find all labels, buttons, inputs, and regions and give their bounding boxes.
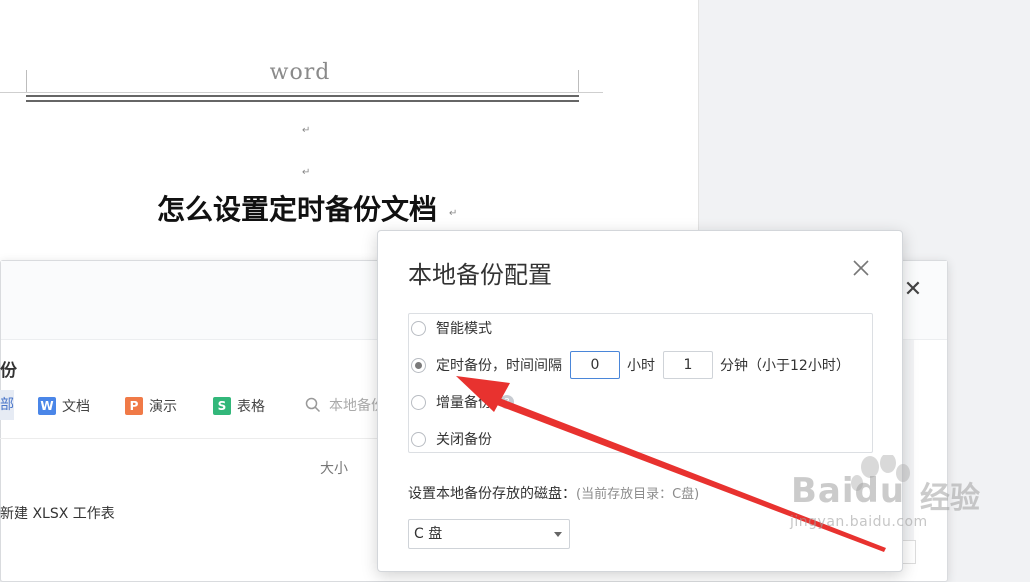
radio-scheduled-backup[interactable] — [411, 357, 426, 373]
chevron-down-icon — [554, 532, 562, 537]
hours-unit-label: 小时 — [627, 358, 655, 374]
info-icon[interactable]: ? — [500, 395, 514, 409]
watermark-cn: 经验 — [920, 481, 980, 516]
column-header-size[interactable]: 大小 — [320, 458, 348, 478]
option-smart-mode-label: 智能模式 — [436, 321, 492, 337]
option-incremental-backup-label: 增量备份 — [436, 395, 492, 411]
header-corner-right — [578, 70, 579, 92]
disk-label-text: 设置本地备份存放的磁盘： — [408, 486, 576, 502]
option-incremental-backup[interactable]: 增量备份 ? — [409, 391, 514, 413]
paragraph-mark: ↵ — [302, 167, 311, 178]
paragraph-mark: ↵ — [449, 208, 458, 219]
spreadsheet-icon: S — [213, 397, 231, 415]
disk-select-value: C 盘 — [414, 526, 443, 542]
document-title[interactable]: 怎么设置定时备份文档 — [157, 188, 437, 228]
presentation-icon: P — [125, 397, 143, 415]
panel-close-icon[interactable]: ✕ — [903, 279, 923, 301]
panel-divider — [0, 438, 380, 439]
option-scheduled-backup[interactable]: 定时备份，时间间隔 0 小时 1 分钟（小于12小时） — [409, 351, 850, 379]
watermark-brand: Baidu — [791, 471, 905, 511]
filter-doc-label: 文档 — [62, 399, 90, 415]
option-disable-backup-label: 关闭备份 — [436, 432, 492, 448]
header-double-line-top — [26, 95, 579, 97]
disk-setting-label: 设置本地备份存放的磁盘：(当前存放目录：C盘) — [408, 483, 699, 503]
filter-doc-tab[interactable]: W 文档 — [38, 395, 90, 417]
header-corner-left — [26, 70, 27, 92]
option-smart-mode[interactable]: 智能模式 — [409, 317, 492, 339]
radio-incremental-backup[interactable] — [411, 394, 426, 410]
watermark-brand-part2: du — [854, 471, 906, 511]
panel-search-input[interactable]: 本地备份 — [305, 395, 385, 415]
panel-section-title: 份 — [0, 361, 17, 381]
document-header-text[interactable]: word — [200, 60, 400, 85]
minutes-unit-label: 分钟（小于12小时） — [720, 358, 850, 374]
filter-spreadsheet-label: 表格 — [237, 399, 265, 415]
search-icon — [305, 397, 321, 413]
paragraph-mark: ↵ — [302, 125, 311, 136]
radio-disable-backup[interactable] — [411, 431, 426, 447]
hours-input[interactable]: 0 — [570, 351, 620, 379]
option-scheduled-backup-label: 定时备份，时间间隔 — [436, 358, 562, 374]
close-icon[interactable] — [850, 257, 872, 279]
option-disable-backup[interactable]: 关闭备份 — [409, 428, 492, 450]
filter-presentation-tab[interactable]: P 演示 — [125, 395, 177, 417]
watermark-url: jingyan.baidu.com — [790, 514, 928, 530]
filter-presentation-label: 演示 — [149, 399, 177, 415]
filter-all-tab[interactable]: 部 — [0, 390, 14, 420]
disk-select[interactable]: C 盘 — [408, 519, 570, 549]
radio-smart-mode[interactable] — [411, 320, 426, 336]
backup-mode-options: 智能模式 定时备份，时间间隔 0 小时 1 分钟（小于12小时） 增量备份 ? … — [408, 313, 873, 453]
file-row-name[interactable]: 新建 XLSX 工作表 — [0, 503, 115, 523]
header-double-line-bottom — [26, 100, 579, 102]
watermark-brand-part1: Bai — [791, 471, 855, 511]
dialog-title: 本地备份配置 — [408, 261, 552, 289]
filter-spreadsheet-tab[interactable]: S 表格 — [213, 395, 265, 417]
minutes-input[interactable]: 1 — [663, 351, 713, 379]
word-doc-icon: W — [38, 397, 56, 415]
header-divider — [0, 92, 603, 93]
disk-current-hint: (当前存放目录：C盘) — [576, 487, 700, 502]
